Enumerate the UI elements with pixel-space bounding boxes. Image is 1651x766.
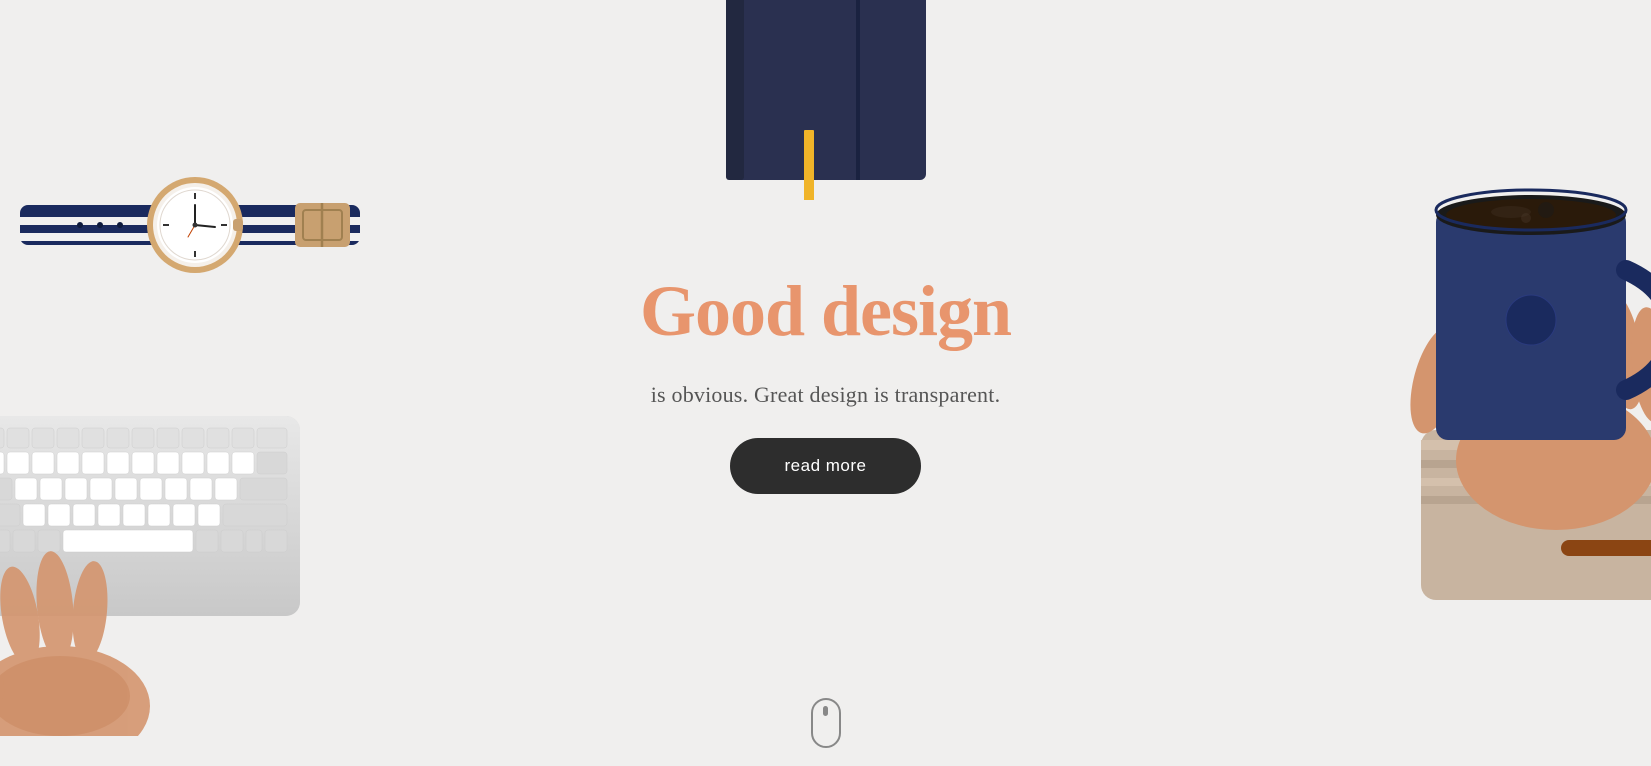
scroll-indicator — [811, 698, 841, 748]
sub-text: is obvious. Great design is transparent. — [651, 382, 1001, 408]
keyboard-decoration — [0, 376, 340, 766]
main-heading: Good design — [640, 272, 1011, 351]
center-content: Good design is obvious. Great design is … — [640, 272, 1011, 493]
scroll-dot — [823, 706, 828, 716]
coffee-decoration — [1381, 150, 1651, 600]
read-more-button[interactable]: read more — [730, 438, 922, 494]
hero-section: Good design is obvious. Great design is … — [0, 0, 1651, 766]
notebook-decoration — [686, 0, 966, 200]
watch-decoration — [20, 155, 360, 295]
